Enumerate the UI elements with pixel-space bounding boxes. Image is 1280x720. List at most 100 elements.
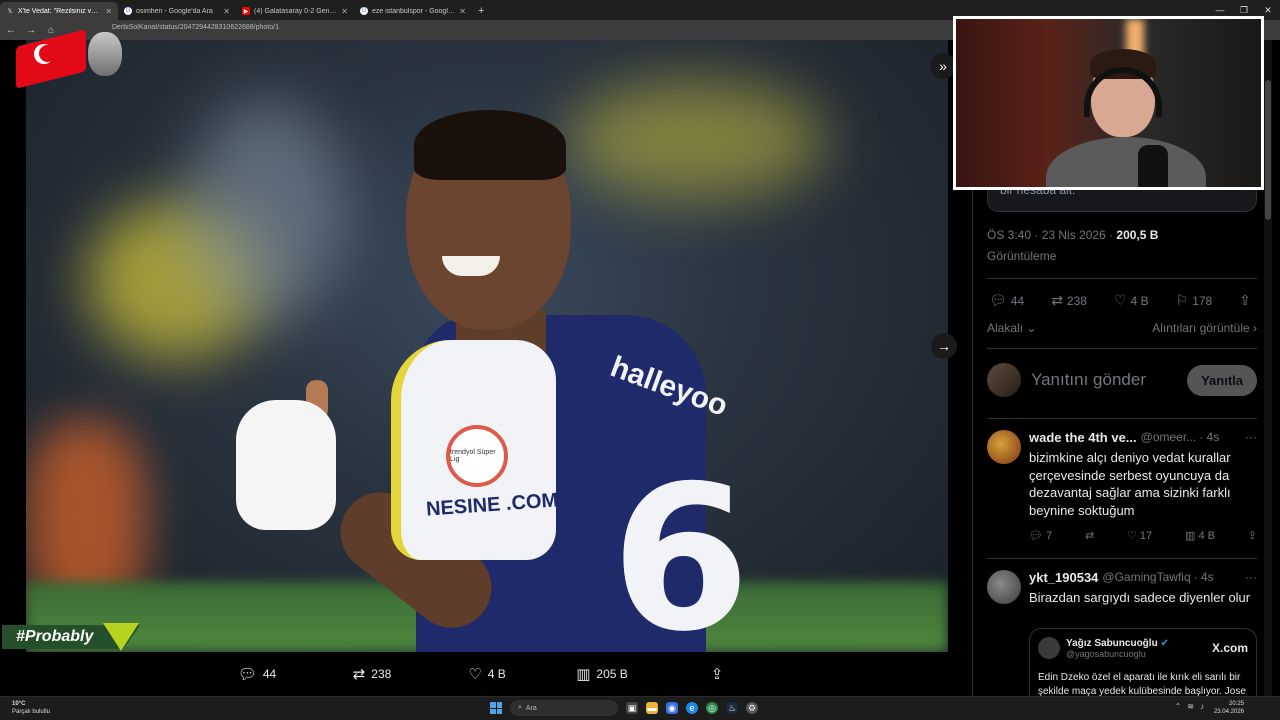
close-icon[interactable]: ✕	[105, 7, 112, 16]
reply-input[interactable]: Yanıtını gönder	[1031, 370, 1187, 390]
like-button[interactable]: ♡ 17	[1127, 529, 1152, 542]
turkish-flag-overlay	[16, 20, 122, 89]
player-hair	[414, 110, 566, 180]
windows-taskbar: 10°C Parçalı bulutlu ⌕ Ara ▣ ▬ ◉ e ◎ ♨ ⚙…	[0, 696, 1280, 720]
repost-button[interactable]: ⇄ 238	[1051, 292, 1087, 309]
search-icon: ⌕	[518, 704, 522, 711]
reply-button[interactable]: 💬︎ 44	[200, 665, 315, 683]
reply-button[interactable]: 💬︎ 44	[989, 292, 1024, 309]
repost-icon: ⇄	[1051, 292, 1063, 308]
divider	[987, 558, 1257, 559]
views-button[interactable]: ▥ 4 B	[1185, 529, 1215, 542]
scrollbar[interactable]	[1264, 40, 1272, 696]
quotes-label: Alıntıları görüntüle	[1152, 321, 1250, 335]
shirt-number: 6	[611, 443, 751, 653]
tab-label: (4) Galatasaray 0-2 Gençlerbirliği | ...	[254, 7, 337, 15]
views-total: 200,5 B	[1116, 228, 1159, 242]
more-icon[interactable]: ···	[1245, 430, 1257, 445]
settings-icon[interactable]: ⚙	[746, 702, 758, 714]
views-count: 4 B	[1198, 530, 1215, 542]
wifi-icon[interactable]: ≋	[1187, 702, 1194, 711]
quote-author-handle: @yagosabuncuoglu	[1066, 648, 1146, 659]
volume-icon[interactable]: ♪	[1200, 702, 1204, 711]
weather-desc: Parçalı bulutlu	[12, 709, 51, 715]
taskbar-apps: ⌕ Ara ▣ ▬ ◉ e ◎ ♨ ⚙	[490, 700, 758, 716]
avatar	[987, 570, 1021, 604]
steam-icon[interactable]: ♨	[726, 702, 738, 714]
share-button[interactable]: ⇪	[660, 665, 775, 683]
quote-header: Yağız Sabuncuoğlu ✔ @yagosabuncuoglu X.c…	[1038, 637, 1248, 659]
reply-icon: 💬︎	[989, 292, 1007, 308]
task-view-icon[interactable]: ▣	[626, 702, 638, 714]
repost-button[interactable]: ⇄ 238	[315, 665, 430, 683]
reply-button[interactable]: 💬︎ 7	[1029, 529, 1052, 542]
reply-tweet[interactable]: ykt_190534 @GamingTawfiq · 4s ··· Birazd…	[987, 570, 1257, 720]
like-button[interactable]: ♡ 4 B	[430, 665, 545, 683]
tab-label: osimhen - Google'da Ara	[136, 7, 213, 15]
reply-header: wade the 4th ve... @omeer... · 4s ···	[1029, 430, 1257, 445]
quote-author-name: Yağız Sabuncuoğlu ✔	[1066, 638, 1169, 649]
weather-widget[interactable]: 10°C Parçalı bulutlu	[12, 700, 50, 716]
tab-osimhen[interactable]: G osimhen - Google'da Ara ✕	[118, 2, 236, 20]
heart-icon: ♡	[1127, 530, 1140, 542]
scrollbar-thumb[interactable]	[1265, 80, 1271, 220]
football-player: trendyol Süper Lig halleyoo NESINE .COM …	[236, 80, 750, 652]
taskbar-search[interactable]: ⌕ Ara	[510, 700, 618, 716]
bookmark-button[interactable]: ⚐ 178	[1176, 292, 1213, 309]
next-photo-icon[interactable]: →	[931, 333, 957, 359]
url-field[interactable]: DerbiSolKanat/status/2047294428310622688…	[112, 24, 279, 31]
tab-galatasaray[interactable]: ▶ (4) Galatasaray 0-2 Gençlerbirliği | .…	[236, 2, 354, 20]
chat-icon[interactable]: ◉	[666, 702, 678, 714]
reply-text: Birazdan sargıydı sadece diyenler olur	[1029, 590, 1251, 605]
divider	[987, 418, 1257, 419]
reply-time: · 4s	[1193, 570, 1214, 584]
author-name[interactable]: ykt_190534	[1029, 570, 1098, 585]
new-tab-button[interactable]: +	[472, 2, 490, 20]
reply-tweet[interactable]: wade the 4th ve... @omeer... · 4s ··· bi…	[987, 430, 1257, 550]
share-icon: ⇪	[1239, 292, 1251, 308]
close-icon[interactable]: ✕	[341, 7, 348, 16]
photo-action-bar: 💬︎ 44 ⇄ 238 ♡ 4 B ▥ 205 B ⇪	[26, 652, 948, 696]
author-handle[interactable]: @GamingTawfiq	[1102, 570, 1190, 585]
file-explorer-icon[interactable]: ▬	[646, 702, 658, 714]
reply-icon: 💬︎	[1029, 530, 1047, 542]
portrait-overlay	[88, 32, 122, 76]
clock-date: 23.04.2026	[1213, 709, 1244, 715]
repost-button[interactable]: ⇄	[1085, 529, 1094, 542]
repost-icon: ⇄	[352, 666, 366, 683]
timestamp[interactable]: ÖS 3:40 · 23 Nis 2026 ·	[987, 228, 1116, 242]
streamer-webcam	[953, 16, 1264, 190]
chrome-icon[interactable]: ◎	[706, 702, 718, 714]
chevron-down-icon: ⌄	[1023, 321, 1037, 335]
league-badge: trendyol Süper Lig	[446, 425, 508, 487]
author-name[interactable]: wade the 4th ve...	[1029, 430, 1137, 445]
author-handle[interactable]: @omeer...	[1141, 430, 1197, 445]
quote-text: Edin Dzeko özel el aparatı ile kırık eli…	[1038, 672, 1246, 697]
reply-icon: 💬︎	[237, 666, 257, 683]
taskbar-clock[interactable]: 20:25 23.04.2026	[1214, 700, 1244, 716]
share-icon[interactable]: ⇪	[1248, 529, 1257, 542]
clock-time: 20:25	[1228, 701, 1244, 707]
close-icon[interactable]: ✕	[459, 7, 466, 16]
reply-body: wade the 4th ve... @omeer... · 4s ··· bi…	[1029, 430, 1257, 542]
view-quotes-link[interactable]: Alıntıları görüntüle ›	[1152, 321, 1257, 335]
tweet-photo[interactable]: trendyol Süper Lig halleyoo NESINE .COM …	[26, 40, 948, 652]
views-button[interactable]: ▥ 205 B	[545, 665, 660, 683]
reply-text: bizimkine alçı deniyo vedat kurallar çer…	[1029, 450, 1231, 518]
verified-icon: ✔	[1160, 637, 1169, 649]
close-icon[interactable]: ✕	[223, 7, 230, 16]
tab-eze[interactable]: G eze istanbulspor - Google'da Ara ✕	[354, 2, 472, 20]
views-count: 205 B	[596, 667, 628, 681]
edge-icon[interactable]: e	[686, 702, 698, 714]
reply-submit-button[interactable]: Yanıtla	[1187, 364, 1257, 396]
like-button[interactable]: ♡ 4 B	[1114, 292, 1149, 309]
windows-start-icon[interactable]	[490, 702, 502, 714]
share-button[interactable]: ⇪	[1239, 292, 1255, 309]
tab-x-vedat[interactable]: 𝕏 X'te Vedat: "Rezilsiniz ve mide buland…	[0, 2, 118, 20]
more-icon[interactable]: ···	[1245, 570, 1257, 585]
reply-actions: 💬︎ 7 ⇄ ♡ 17 ▥ 4 B ⇪	[1029, 529, 1257, 542]
avatar	[987, 430, 1021, 464]
system-tray: ⌃ ≋ ♪	[1175, 702, 1204, 711]
chevron-up-icon[interactable]: ⌃	[1175, 702, 1182, 711]
sort-dropdown[interactable]: Alakalı ⌄	[987, 321, 1036, 335]
